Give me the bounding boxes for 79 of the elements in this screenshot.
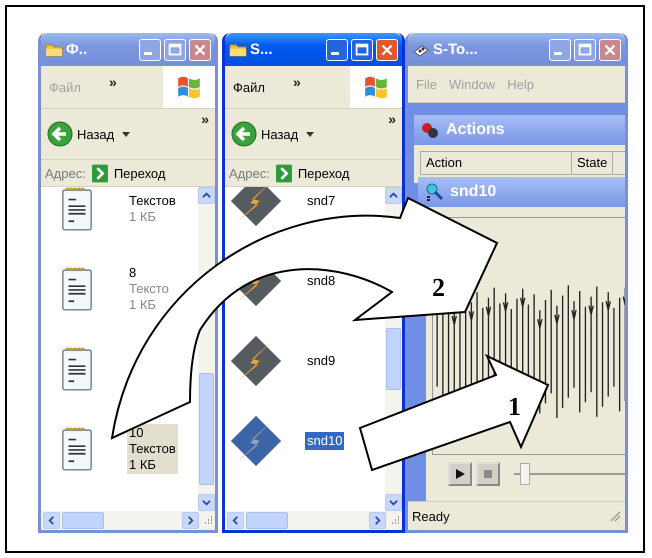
menu-item[interactable]: Файл	[233, 80, 265, 94]
file-label: snd8	[306, 272, 336, 290]
file-label: snd10	[305, 432, 344, 450]
scroll-thumb[interactable]	[246, 512, 288, 529]
minimize-button[interactable]	[139, 38, 161, 60]
minimize-button[interactable]	[326, 38, 348, 60]
back-button[interactable]: Назад	[47, 121, 114, 147]
minimize-icon	[144, 52, 152, 55]
folder-icon	[229, 42, 247, 56]
scroll-up-button[interactable]	[198, 187, 215, 204]
maximize-button[interactable]	[574, 38, 596, 60]
window-title: Ф..	[66, 41, 88, 58]
scroll-down-button[interactable]	[198, 494, 215, 511]
step-number: 1	[508, 392, 521, 421]
more-button[interactable]: »	[388, 111, 396, 127]
close-button[interactable]	[376, 38, 398, 60]
address-label: Адрес:	[229, 166, 270, 180]
more-button[interactable]: »	[292, 74, 301, 90]
maximize-button[interactable]	[351, 38, 373, 60]
down-chevron-icon	[202, 498, 211, 507]
maximize-icon	[353, 40, 371, 58]
window-title: S-To...	[433, 41, 479, 58]
notepad-icon	[60, 266, 94, 312]
minimize-icon	[554, 52, 562, 55]
scroll-thumb[interactable]	[199, 373, 214, 485]
close-button[interactable]	[189, 38, 211, 60]
flag-icon	[363, 75, 389, 99]
scroll-left-button[interactable]	[43, 512, 60, 529]
scroll-left-button[interactable]	[227, 512, 244, 529]
notepad-icon	[60, 426, 94, 472]
maximize-button[interactable]	[164, 38, 186, 60]
file-label: snd7	[306, 192, 336, 210]
maximize-icon	[576, 40, 594, 58]
file-label: 8 Тексто 1 КБ	[128, 264, 170, 314]
up-chevron-icon	[389, 191, 398, 200]
folder-icon	[45, 42, 63, 56]
left-chevron-icon	[47, 516, 56, 525]
play-icon	[454, 468, 466, 480]
right-chevron-icon	[186, 516, 195, 525]
stop-icon	[482, 468, 494, 480]
play-button[interactable]	[448, 462, 472, 486]
go-button[interactable]: Переход	[276, 164, 350, 182]
magnifier-icon	[424, 182, 444, 202]
horizontal-scrollbar[interactable]	[225, 511, 402, 530]
scroll-up-button[interactable]	[385, 187, 402, 204]
step-number: 2	[432, 273, 445, 302]
up-chevron-icon	[202, 191, 211, 200]
file-label: Текстов 1 КБ	[128, 192, 177, 226]
address-label: Адрес:	[45, 166, 86, 180]
caret-icon[interactable]	[122, 132, 130, 136]
slider-thumb[interactable]	[520, 463, 530, 485]
minimize-icon	[331, 52, 339, 55]
horizontal-scrollbar[interactable]	[41, 511, 215, 530]
scroll-thumb[interactable]	[62, 512, 104, 529]
right-chevron-icon	[373, 516, 382, 525]
scroll-right-button[interactable]	[182, 512, 199, 529]
caret-icon[interactable]	[306, 132, 314, 136]
status-text: Ready	[412, 508, 450, 524]
flag-icon	[176, 75, 202, 99]
left-chevron-icon	[231, 516, 240, 525]
panel-title: Actions	[446, 121, 505, 139]
scroll-thumb[interactable]	[386, 328, 401, 390]
column-header[interactable]: State	[572, 152, 614, 174]
go-button[interactable]: Переход	[92, 164, 166, 182]
resize-grip-icon[interactable]	[609, 510, 621, 522]
scroll-right-button[interactable]	[369, 512, 386, 529]
scroll-down-button[interactable]	[385, 494, 402, 511]
minimize-button[interactable]	[549, 38, 571, 60]
notepad-icon	[60, 346, 94, 392]
more-button[interactable]: »	[108, 74, 117, 90]
file-label: snd9	[306, 352, 336, 370]
more-button[interactable]: »	[201, 111, 209, 127]
close-button[interactable]	[599, 38, 621, 60]
down-chevron-icon	[389, 498, 398, 507]
maximize-icon	[166, 40, 184, 58]
column-header[interactable]: Action	[421, 152, 572, 174]
window-title: S...	[250, 41, 274, 58]
back-button[interactable]: Назад	[231, 121, 298, 147]
document-title: snd10	[450, 183, 496, 201]
